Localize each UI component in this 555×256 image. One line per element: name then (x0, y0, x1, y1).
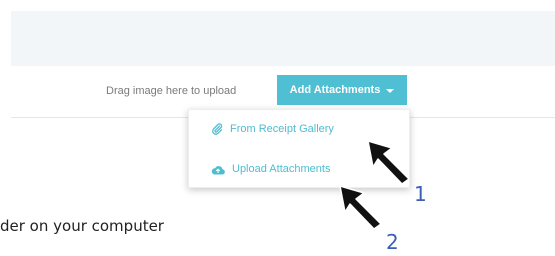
paperclip-icon (212, 123, 223, 135)
menu-item-label: Upload Attachments (232, 163, 331, 175)
step-number-2: 2 (386, 230, 399, 254)
menu-item-label: From Receipt Gallery (230, 123, 334, 135)
add-attachments-button[interactable]: Add Attachments (277, 75, 407, 105)
step-number-1: 1 (414, 182, 427, 206)
arrow-cursor-icon (339, 185, 382, 230)
caret-down-icon (386, 88, 395, 93)
cloud-upload-icon (211, 165, 225, 175)
instruction-text-fragment: der on your computer (0, 217, 164, 235)
drag-hint-text: Drag image here to upload (106, 85, 237, 97)
upload-drop-zone[interactable] (11, 11, 555, 66)
add-attachments-label: Add Attachments (289, 84, 381, 96)
arrow-cursor-icon (367, 140, 410, 185)
screenshot-stage: Drag image here to upload Add Attachment… (0, 0, 555, 256)
